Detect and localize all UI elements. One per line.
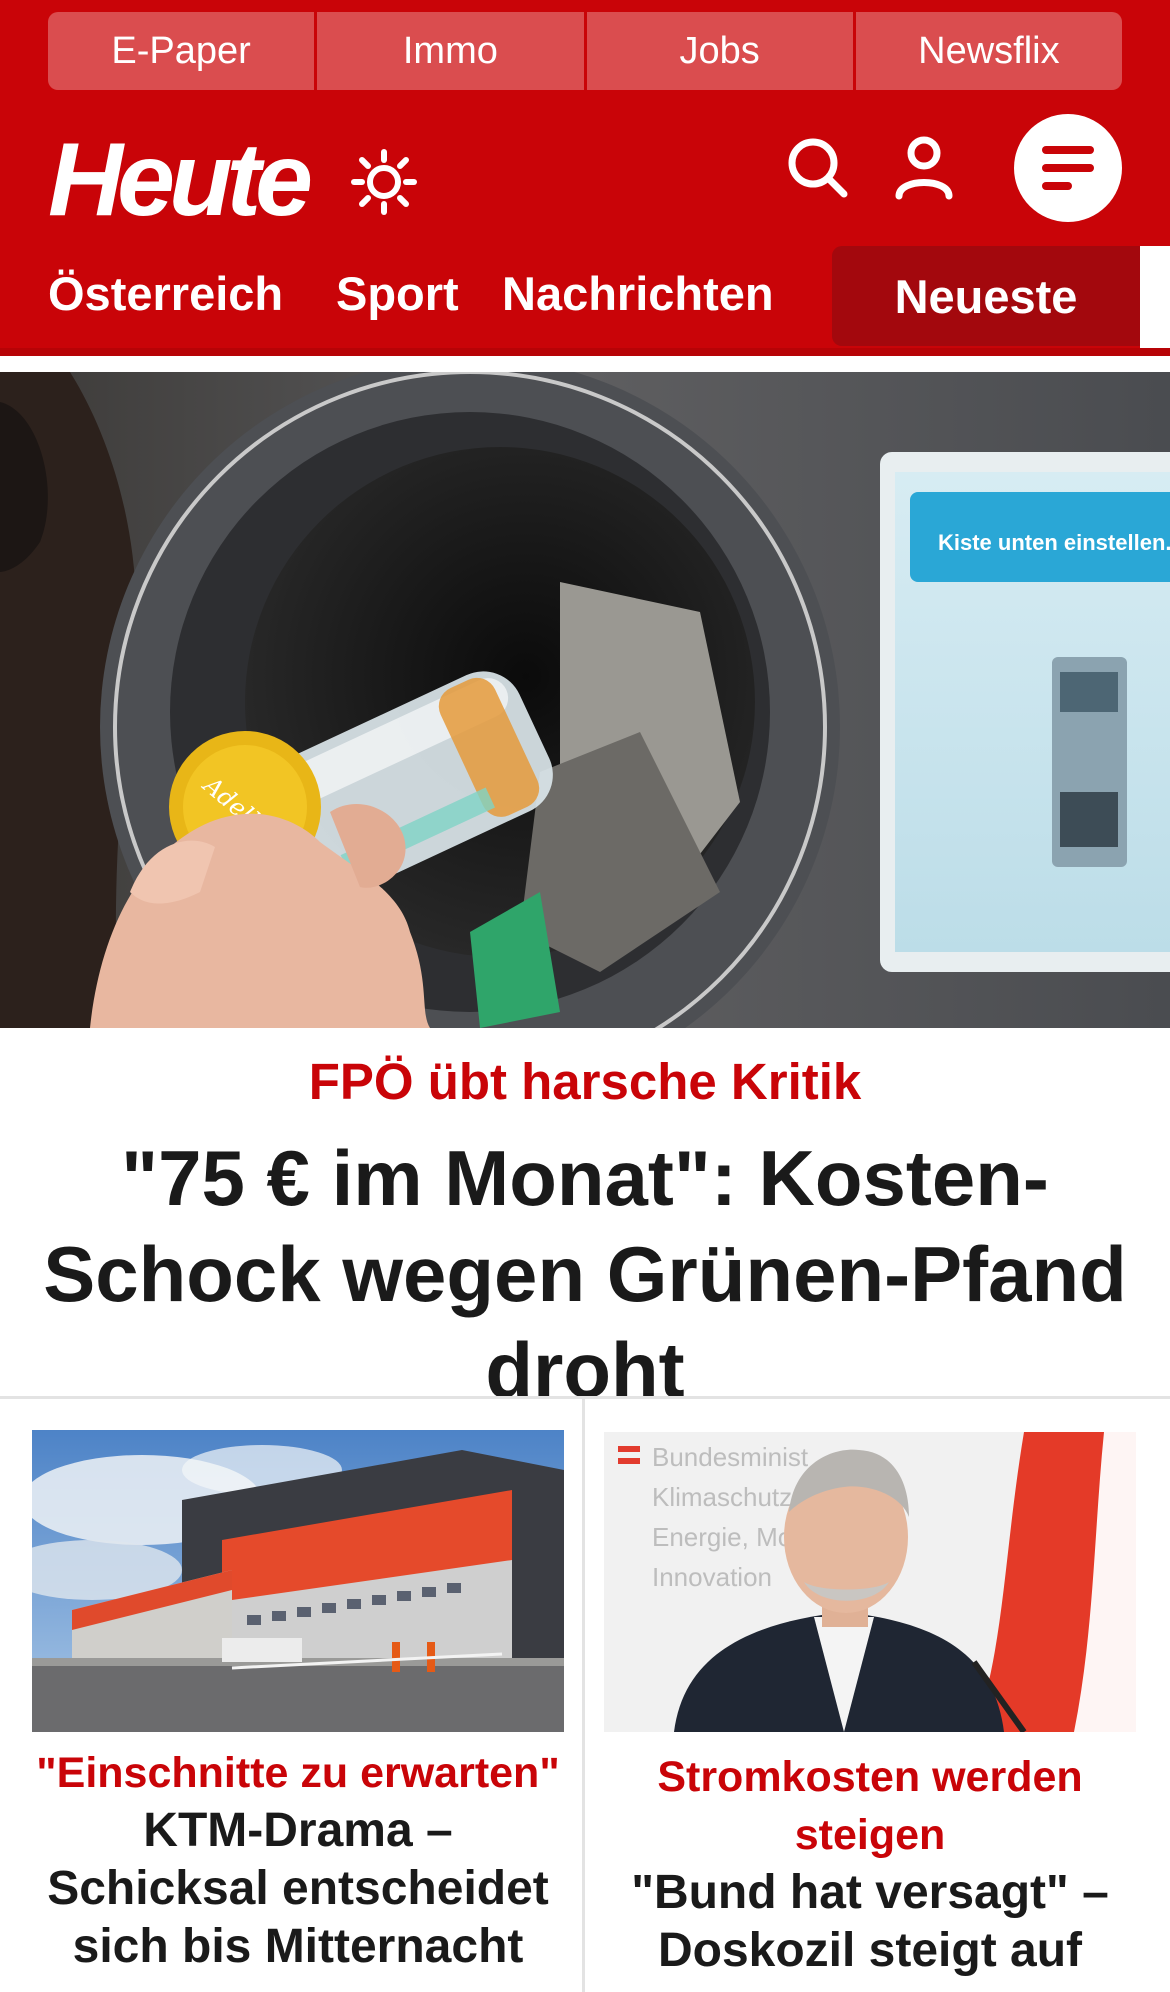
svg-text:Klimaschutz: Klimaschutz (652, 1482, 792, 1512)
hero-image-screen-text: Kiste unten einstellen. (938, 530, 1170, 555)
top-nav-newsflix[interactable]: Newsflix (855, 12, 1122, 90)
top-nav: E-Paper Immo Jobs Newsflix (48, 12, 1122, 90)
top-nav-epaper[interactable]: E-Paper (48, 12, 318, 90)
menu-bar (1042, 182, 1072, 190)
top-nav-immo[interactable]: Immo (317, 12, 587, 90)
article-kicker[interactable]: Stromkosten werden steigen (604, 1748, 1136, 1864)
section-nav-neueste[interactable]: Neueste (832, 246, 1154, 346)
hero-image[interactable]: Kiste unten einstellen. Adelholzener (0, 372, 1170, 1028)
svg-text:Bundesminist: Bundesminist (652, 1442, 809, 1472)
article-kicker[interactable]: "Einschnitte zu erwarten" (24, 1744, 572, 1802)
article-image-doskozil[interactable]: Bundesminist Klimaschutz Energie, Mo Inn… (604, 1432, 1136, 1732)
section-nav-nachrichten[interactable]: Nachrichten (502, 266, 774, 321)
section-nav-oesterreich[interactable]: Österreich (48, 266, 283, 321)
svg-text:Innovation: Innovation (652, 1562, 772, 1592)
section-nav: Österreich Sport Nachrichten Neueste (0, 246, 1170, 346)
hero-headline[interactable]: "75 € im Monat": Kosten-Schock wegen Grü… (20, 1130, 1150, 1418)
article-headline[interactable]: KTM-Drama – Schicksal entscheidet sich b… (36, 1802, 560, 1976)
site-header: E-Paper Immo Jobs Newsflix Heute Österre… (0, 0, 1170, 356)
user-icon[interactable] (894, 136, 954, 200)
top-nav-jobs[interactable]: Jobs (586, 12, 856, 90)
article-headline[interactable]: "Bund hat versagt" – Doskozil steigt auf (610, 1864, 1130, 1980)
divider (0, 1396, 1170, 1399)
menu-icon[interactable] (1014, 114, 1122, 222)
section-nav-sport[interactable]: Sport (336, 266, 459, 321)
menu-bar (1042, 164, 1094, 172)
search-icon[interactable] (786, 136, 850, 200)
section-nav-scroll-edge (1140, 246, 1170, 348)
menu-bar (1042, 146, 1094, 154)
svg-text:Energie, Mo: Energie, Mo (652, 1522, 792, 1552)
site-logo[interactable]: Heute (48, 128, 313, 232)
hero-kicker[interactable]: FPÖ übt harsche Kritik (0, 1052, 1170, 1111)
article-image-ktm[interactable] (32, 1430, 564, 1732)
divider (582, 1398, 585, 1992)
sun-icon[interactable] (350, 148, 418, 216)
